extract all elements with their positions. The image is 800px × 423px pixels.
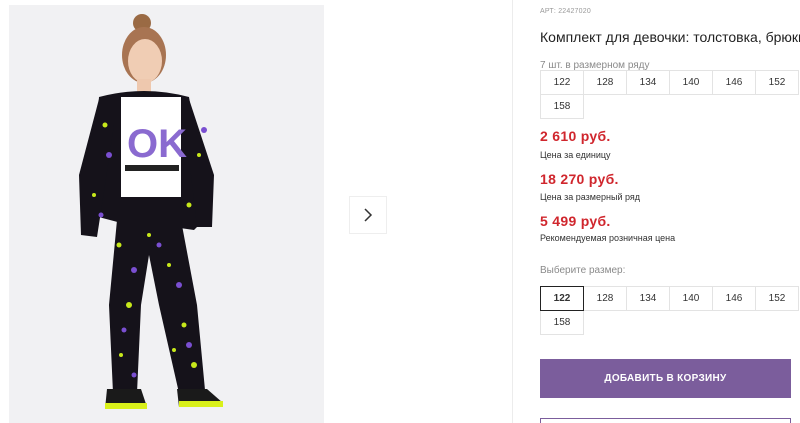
size-option[interactable]: 128 [583, 286, 627, 311]
size-row-item: 146 [712, 70, 756, 95]
girl-in-tracksuit-photo: OK [9, 5, 324, 423]
size-selector-label: Выберите размер: [540, 265, 626, 276]
size-option[interactable]: 140 [669, 286, 713, 311]
product-gallery: OK [0, 0, 513, 423]
product-sku: АРТ: 22427020 [540, 8, 591, 15]
size-row-item: 128 [583, 70, 627, 95]
retail-price-label: Рекомендуемая розничная цена [540, 233, 676, 243]
row-price-label: Цена за размерный ряд [540, 192, 641, 202]
row-price: 18 270 руб. [540, 171, 619, 187]
retail-price: 5 499 руб. [540, 213, 611, 229]
svg-text:OK: OK [127, 122, 187, 166]
unit-price-label: Цена за единицу [540, 150, 611, 160]
size-row-item: 140 [669, 70, 713, 95]
product-title: Комплект для девочки: толстовка, брюки [540, 29, 800, 45]
size-option[interactable]: 152 [755, 286, 799, 311]
next-image-button[interactable] [349, 196, 387, 234]
size-row-item: 134 [626, 70, 670, 95]
chevron-right-icon [364, 208, 373, 222]
size-row-list: 122 128 134 140 146 152 158 [540, 70, 799, 119]
size-selector: 122 128 134 140 146 152 158 [540, 286, 799, 335]
size-row-item: 152 [755, 70, 799, 95]
add-to-cart-button[interactable]: ДОБАВИТЬ В КОРЗИНУ [540, 359, 791, 398]
product-photo: OK [9, 5, 324, 423]
product-details: АРТ: 22427020 Комплект для девочки: толс… [540, 0, 800, 423]
size-row-item: 158 [540, 94, 584, 119]
secondary-button[interactable] [540, 418, 791, 423]
size-option-selected[interactable]: 122 [540, 286, 584, 311]
divider [512, 0, 513, 423]
size-option[interactable]: 146 [712, 286, 756, 311]
unit-price: 2 610 руб. [540, 128, 611, 144]
size-option[interactable]: 158 [540, 310, 584, 335]
size-row-item: 122 [540, 70, 584, 95]
size-option[interactable]: 134 [626, 286, 670, 311]
